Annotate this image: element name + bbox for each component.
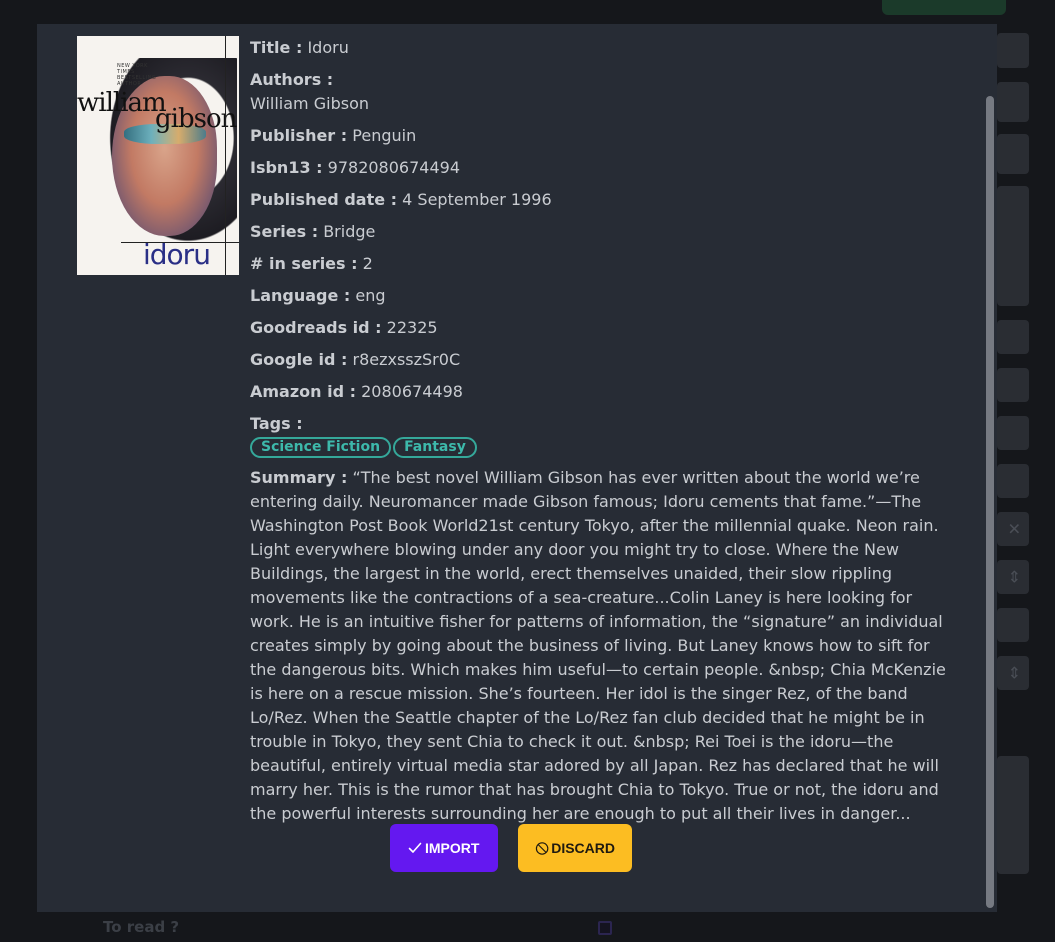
- field-label: Google id :: [250, 350, 348, 369]
- authors-row: Authors : William Gibson: [250, 68, 950, 124]
- background-select: ⇕: [997, 560, 1029, 594]
- series-number-row: # in series : 2: [250, 252, 950, 284]
- background-input: ✕: [997, 512, 1029, 546]
- amazon-id-row: Amazon id : 2080674498: [250, 380, 950, 412]
- goodreads-id-row: Goodreads id : 22325: [250, 316, 950, 348]
- google-id-value: r8ezxsszSr0C: [352, 350, 461, 369]
- background-input: [997, 416, 1029, 450]
- import-button-label: IMPORT: [425, 840, 480, 856]
- background-input: [997, 464, 1029, 498]
- isbn13-row: Isbn13 : 9782080674494: [250, 156, 950, 188]
- tag-chip: Science Fiction: [250, 437, 392, 458]
- series-number-value: 2: [362, 254, 373, 273]
- chevron-updown-icon: ⇕: [1007, 663, 1021, 683]
- chevron-updown-icon: ⇕: [1007, 567, 1021, 587]
- publisher-value: Penguin: [352, 126, 417, 145]
- google-id-row: Google id : r8ezxsszSr0C: [250, 348, 950, 380]
- background-textarea: [997, 186, 1029, 306]
- tags-label: Tags :: [250, 414, 303, 433]
- field-label: Publisher :: [250, 126, 348, 145]
- language-value: eng: [355, 286, 386, 305]
- background-input: [997, 82, 1029, 122]
- ban-icon: [535, 841, 549, 855]
- summary-text: “The best novel William Gibson has ever …: [250, 468, 946, 823]
- background-select: ⇕: [997, 656, 1029, 690]
- import-button[interactable]: IMPORT: [390, 824, 498, 872]
- series-row: Series : Bridge: [250, 220, 950, 252]
- discard-button-label: DISCARD: [551, 840, 615, 856]
- cover-decor-line: [225, 36, 226, 275]
- close-icon: ✕: [1007, 519, 1021, 539]
- title-value: Idoru: [307, 38, 349, 57]
- background-save-button: [882, 0, 1006, 15]
- publisher-row: Publisher : Penguin: [250, 124, 950, 156]
- field-label: Goodreads id :: [250, 318, 382, 337]
- language-row: Language : eng: [250, 284, 950, 316]
- cover-author-first: william: [77, 88, 167, 118]
- check-icon: [408, 842, 422, 853]
- summary-label: Summary :: [250, 468, 348, 487]
- tags-list: Science Fiction Fantasy: [250, 437, 950, 458]
- modal-scrollbar[interactable]: [986, 96, 994, 908]
- amazon-id-value: 2080674498: [361, 382, 463, 401]
- cover-decor-line: [121, 242, 239, 243]
- background-to-read-checkbox: [598, 921, 612, 935]
- background-textarea: [997, 756, 1029, 874]
- title-row: Title : Idoru: [250, 36, 950, 68]
- field-label: # in series :: [250, 254, 358, 273]
- background-input: [997, 608, 1029, 642]
- goodreads-id-value: 22325: [386, 318, 438, 337]
- background-input: [997, 320, 1029, 354]
- field-label: Language :: [250, 286, 351, 305]
- field-label: Isbn13 :: [250, 158, 323, 177]
- book-details: Title : Idoru Authors : William Gibson Pu…: [250, 36, 950, 826]
- background-input: [997, 368, 1029, 402]
- authors-value: William Gibson: [250, 94, 369, 113]
- published-date-row: Published date : 4 September 1996: [250, 188, 950, 220]
- cover-top-text: NEW YORK TIMES BESTSELLING AUTHOR: [117, 63, 157, 87]
- isbn13-value: 9782080674494: [327, 158, 460, 177]
- field-label: Authors :: [250, 70, 334, 89]
- field-label: Published date :: [250, 190, 398, 209]
- series-value: Bridge: [323, 222, 376, 241]
- tag-chip: Fantasy: [393, 437, 477, 458]
- background-to-read-label: To read ?: [103, 918, 180, 936]
- summary: Summary : “The best novel William Gibson…: [250, 466, 950, 826]
- modal-actions: IMPORT DISCARD: [390, 824, 632, 872]
- field-label: Amazon id :: [250, 382, 357, 401]
- published-date-value: 4 September 1996: [402, 190, 552, 209]
- book-cover-image: NEW YORK TIMES BESTSELLING AUTHOR willia…: [77, 36, 239, 275]
- field-label: Title :: [250, 38, 303, 57]
- discard-button[interactable]: DISCARD: [518, 824, 632, 872]
- book-import-modal: NEW YORK TIMES BESTSELLING AUTHOR willia…: [37, 24, 997, 912]
- background-input: [997, 33, 1029, 68]
- background-input: [997, 134, 1029, 174]
- field-label: Series :: [250, 222, 319, 241]
